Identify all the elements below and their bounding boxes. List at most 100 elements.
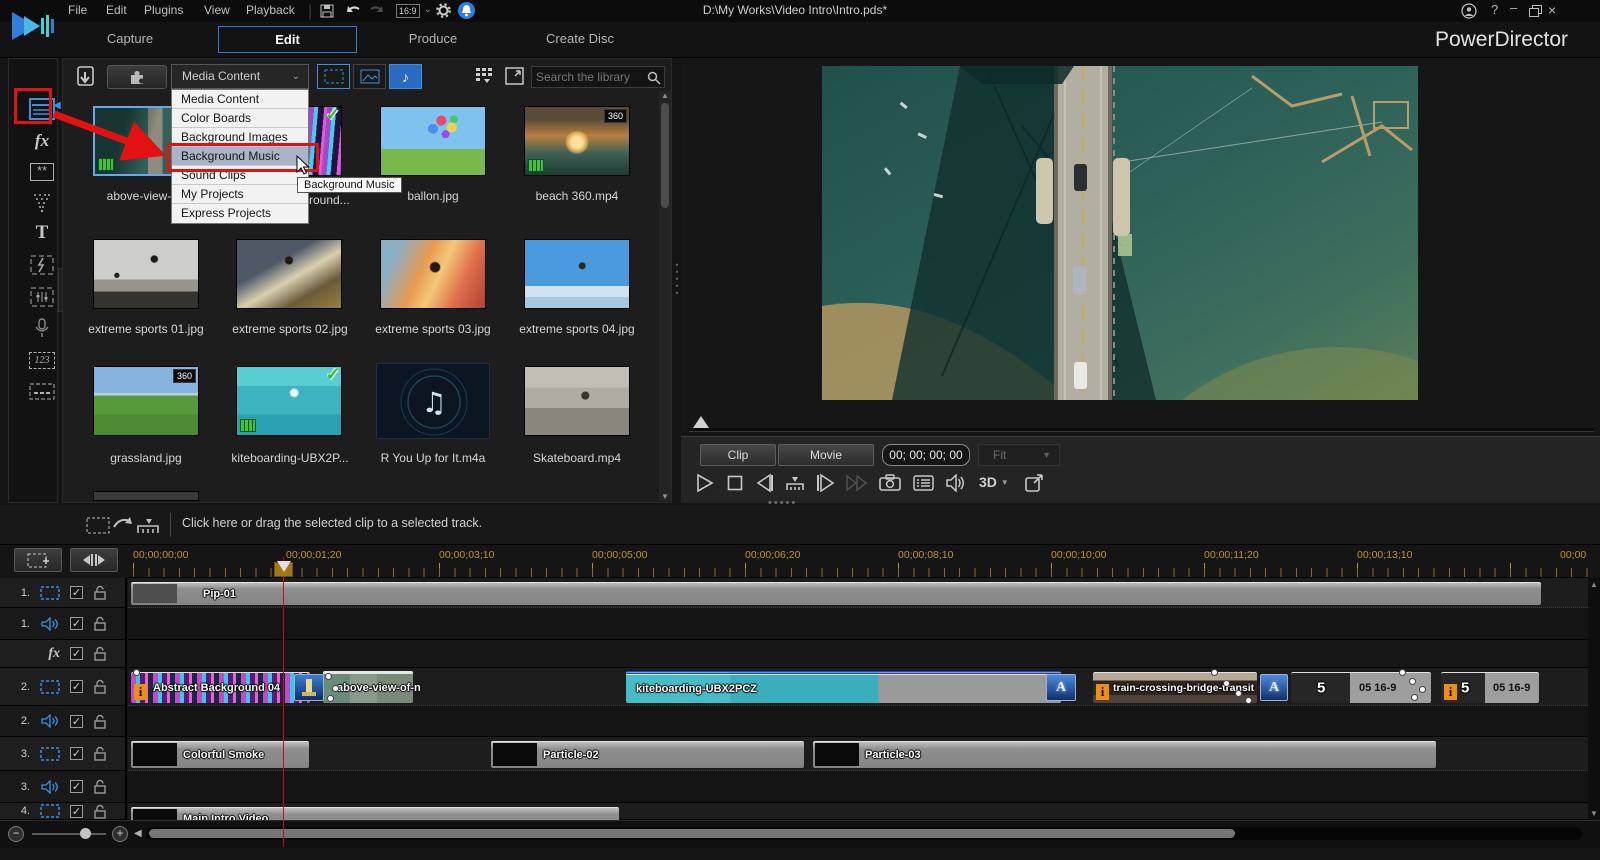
search-input[interactable] xyxy=(536,68,644,86)
import-media-icon[interactable] xyxy=(75,65,99,89)
restore-button[interactable] xyxy=(1529,5,1542,17)
close-button[interactable]: × xyxy=(1548,2,1556,18)
media-item-es03[interactable] xyxy=(380,239,486,309)
aspect-ratio-select[interactable]: 16:9 xyxy=(396,4,420,18)
track-header-audio3[interactable]: 3. ✓ xyxy=(0,771,127,803)
scrollbar-thumb[interactable] xyxy=(661,103,669,208)
filter-music-button[interactable]: ♪ xyxy=(389,64,422,89)
media-item-ballon[interactable] xyxy=(380,106,486,176)
filter-photo-button[interactable] xyxy=(353,64,386,89)
transition-room-icon[interactable] xyxy=(21,251,63,279)
transition-badge[interactable]: A xyxy=(1046,674,1076,701)
media-item-kiteboarding[interactable]: ✓ xyxy=(236,365,342,436)
seek-track[interactable] xyxy=(689,428,1594,432)
movie-mode-button[interactable]: Movie xyxy=(778,444,874,466)
menu-file[interactable]: File xyxy=(60,0,95,20)
media-item-es01[interactable] xyxy=(93,239,199,309)
timeline-ruler[interactable]: 00;00;00;00 00;00;01;20 00;00;03;10 00;0… xyxy=(128,545,1588,578)
next-frame-button[interactable] xyxy=(815,473,835,493)
tab-edit[interactable]: Edit xyxy=(218,26,357,53)
timeline-clip-above-view[interactable]: above-view-of-n xyxy=(322,671,421,704)
scroll-down-icon[interactable]: ▼ xyxy=(661,492,669,501)
subtitle-room-icon[interactable] xyxy=(21,377,63,405)
menu-option-media-content[interactable]: Media Content xyxy=(172,90,308,109)
tab-produce[interactable]: Produce xyxy=(373,31,493,46)
track-header-video1[interactable]: 1. ✓ xyxy=(0,578,127,608)
timeline-clip-kiteboarding[interactable]: kiteboarding-UBX2PCZ xyxy=(625,671,1062,704)
search-box[interactable] xyxy=(531,66,665,88)
track-header-video3[interactable]: 3. ✓ xyxy=(0,737,127,771)
timeline-hscrollbar[interactable] xyxy=(146,827,1582,840)
tab-create-disc[interactable]: Create Disc xyxy=(520,31,640,46)
zoom-out-button[interactable]: − xyxy=(8,826,24,842)
zoom-in-button[interactable]: + xyxy=(112,826,128,842)
tab-capture[interactable]: Capture xyxy=(70,31,190,46)
audio-mixing-room-icon[interactable] xyxy=(21,283,63,311)
track-header-video2[interactable]: 2. ✓ xyxy=(0,668,127,706)
timeline-clip-particle03[interactable]: Particle-03 xyxy=(812,740,1437,769)
chapter-room-icon[interactable]: 123 xyxy=(21,346,63,374)
lane-audio3[interactable] xyxy=(128,771,1588,803)
share-button[interactable] xyxy=(1025,474,1045,492)
filter-video-button[interactable] xyxy=(317,64,350,89)
add-track-button[interactable] xyxy=(14,548,62,572)
timeline-clip-train[interactable]: i train-crossing-bridge-transit xyxy=(1092,669,1258,704)
timeline-clip-five-a[interactable]: 5 05 16-9 xyxy=(1290,669,1432,704)
fast-forward-button[interactable] xyxy=(845,473,869,493)
transition-badge[interactable]: A xyxy=(1260,674,1288,701)
library-category-select[interactable]: Media Content ⌄ xyxy=(171,64,309,89)
save-icon[interactable] xyxy=(320,4,334,18)
previous-frame-button[interactable] xyxy=(755,473,775,493)
track-enable-checkbox[interactable]: ✓ xyxy=(70,780,83,793)
hscroll-left-icon[interactable]: ◀ xyxy=(134,828,142,839)
plugins-button[interactable] xyxy=(107,65,167,89)
lane-audio2[interactable] xyxy=(128,706,1588,737)
menu-plugins[interactable]: Plugins xyxy=(136,0,191,20)
redo-icon[interactable] xyxy=(368,3,386,17)
menu-option-color-boards[interactable]: Color Boards xyxy=(172,109,308,128)
timeline-clip-track4[interactable]: Main Intro Video xyxy=(130,806,620,820)
grid-view-icon[interactable] xyxy=(475,67,495,85)
media-item-es02[interactable] xyxy=(236,239,342,309)
media-item-es04[interactable] xyxy=(524,239,630,309)
media-item-music[interactable]: ♫ xyxy=(376,363,490,439)
track-enable-checkbox[interactable]: ✓ xyxy=(70,714,83,728)
scroll-down-icon[interactable]: ▼ xyxy=(1590,809,1598,818)
volume-button[interactable] xyxy=(945,474,967,492)
library-scrollbar[interactable]: ▲ ▼ xyxy=(659,91,671,501)
menu-option-my-projects[interactable]: My Projects xyxy=(172,185,308,204)
seek-handle[interactable] xyxy=(693,416,709,428)
lane-audio1[interactable] xyxy=(128,608,1588,640)
aspect-chevron-icon[interactable]: ⌄ xyxy=(424,4,432,15)
media-item-grassland[interactable]: 360 xyxy=(93,366,199,436)
timeline-clip-five-b[interactable]: i 5 05 16-9 xyxy=(1440,671,1540,704)
playhead-line[interactable] xyxy=(283,557,284,847)
scroll-up-icon[interactable]: ▲ xyxy=(661,91,669,100)
track-enable-checkbox[interactable]: ✓ xyxy=(70,586,83,599)
settings-gear-icon[interactable] xyxy=(436,3,451,18)
track-enable-checkbox[interactable]: ✓ xyxy=(70,647,83,660)
3d-mode-button[interactable]: 3D ▼ xyxy=(979,474,1009,490)
transition-badge[interactable] xyxy=(294,674,324,701)
zoom-slider-track[interactable] xyxy=(32,833,106,835)
preview-timecode[interactable]: 00; 00; 00; 00 xyxy=(882,444,970,466)
account-icon[interactable] xyxy=(1461,3,1477,19)
play-button[interactable] xyxy=(695,473,715,493)
stop-button[interactable] xyxy=(727,475,743,491)
track-header-fx[interactable]: fx ✓ xyxy=(0,640,127,668)
timeline-clip-particle02[interactable]: Particle-02 xyxy=(490,740,805,769)
help-button[interactable]: ? xyxy=(1491,2,1498,17)
track-header-audio2[interactable]: 2. ✓ xyxy=(0,706,127,737)
lane-fx[interactable] xyxy=(128,640,1588,668)
timeline-clip-pip01[interactable]: Pip-01 xyxy=(130,581,1542,606)
timeline-vscrollbar[interactable]: ▲ ▼ xyxy=(1588,578,1600,820)
track-enable-checkbox[interactable]: ✓ xyxy=(70,617,83,630)
menu-playback[interactable]: Playback xyxy=(238,0,303,20)
step-marker-button[interactable] xyxy=(785,475,805,491)
media-item-beach360[interactable]: 360 xyxy=(524,106,630,176)
scroll-up-icon[interactable]: ▲ xyxy=(1590,580,1598,589)
snapshot-camera-button[interactable] xyxy=(879,474,901,491)
clip-mode-button[interactable]: Clip xyxy=(700,444,776,466)
notification-bell-icon[interactable] xyxy=(458,2,475,19)
playhead-marker[interactable] xyxy=(274,561,293,577)
